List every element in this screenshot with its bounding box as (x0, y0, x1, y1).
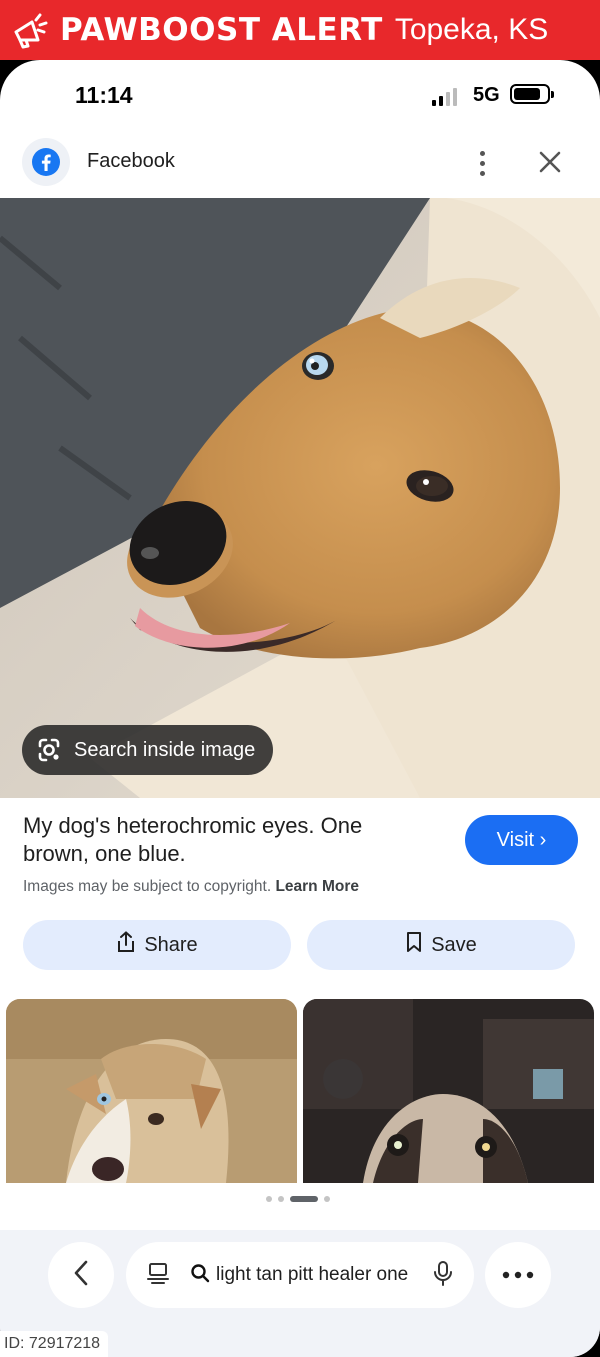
listing-id: ID: 72917218 (0, 1331, 109, 1357)
status-time: 11:14 (75, 82, 133, 108)
dog-thumbnail-1 (6, 999, 297, 1183)
pager-dot (324, 1196, 330, 1202)
search-bar[interactable]: light tan pitt healer one (126, 1242, 474, 1308)
signal-icon (432, 86, 457, 106)
banner-location: Topeka, KS (394, 13, 549, 46)
status-bar: 11:14 5G (0, 60, 600, 130)
search-query[interactable]: light tan pitt healer one (216, 1264, 416, 1286)
save-button[interactable]: Save (307, 920, 575, 970)
bookmark-icon (405, 931, 423, 959)
pager-dot-active (290, 1196, 318, 1202)
battery-icon (510, 84, 554, 104)
search-inside-image-button[interactable]: Search inside image (22, 725, 274, 775)
more-options-button[interactable] (485, 1242, 551, 1308)
more-vert-icon[interactable] (468, 146, 496, 180)
dog-illustration (0, 198, 600, 798)
pager-dot (266, 1196, 272, 1202)
image-caption[interactable]: My dog's heterochromic eyes. One brown, … (23, 812, 423, 868)
search-icon (190, 1263, 210, 1288)
google-lens-icon (34, 735, 64, 765)
microphone-icon[interactable] (432, 1259, 454, 1292)
more-horiz-icon (502, 1266, 534, 1284)
app-bar: Facebook (0, 134, 600, 196)
back-button[interactable] (48, 1242, 114, 1308)
related-image-2[interactable] (303, 999, 594, 1183)
facebook-logo-icon (22, 138, 70, 186)
dog-thumbnail-2 (303, 999, 594, 1183)
phone-screen: 11:14 5G Facebook Search inside image My… (0, 60, 600, 1357)
carousel-pager (266, 1196, 330, 1202)
dog-photo[interactable]: Search inside image (0, 198, 600, 798)
share-button[interactable]: Share (23, 920, 291, 970)
share-icon (116, 931, 136, 959)
source-title: Facebook (87, 150, 175, 172)
related-image-1[interactable] (6, 999, 297, 1183)
close-icon[interactable] (534, 146, 566, 178)
pager-dot (278, 1196, 284, 1202)
megaphone-icon (8, 8, 52, 52)
search-inside-image-label: Search inside image (74, 738, 256, 761)
banner-brand: PAWBOOST ALERT (60, 12, 383, 48)
learn-more-link[interactable]: Learn More (275, 878, 359, 895)
lens-tabs-icon[interactable] (146, 1260, 172, 1291)
chevron-left-icon (69, 1259, 93, 1292)
network-label: 5G (473, 84, 500, 106)
save-label: Save (431, 933, 477, 956)
pawboost-alert-banner: PAWBOOST ALERT Topeka, KS (0, 0, 600, 60)
copyright-notice: Images may be subject to copyright. Lear… (23, 878, 359, 896)
visit-button[interactable]: Visit › (465, 815, 578, 865)
copyright-text: Images may be subject to copyright. (23, 878, 272, 895)
share-label: Share (144, 933, 198, 956)
